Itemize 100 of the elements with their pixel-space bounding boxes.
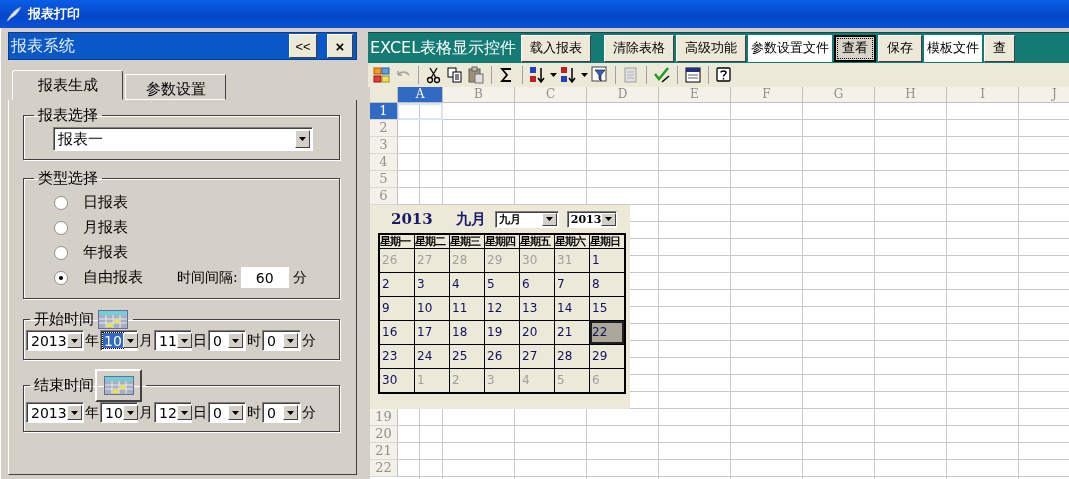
- copy-icon[interactable]: [446, 66, 464, 84]
- row-header[interactable]: 1: [370, 103, 398, 120]
- calendar-day[interactable]: 1: [590, 249, 624, 272]
- toolbar-button[interactable]: 高级功能: [676, 34, 747, 62]
- calendar-day[interactable]: 7: [555, 273, 589, 296]
- calendar-day[interactable]: 25: [450, 345, 484, 368]
- caret-icon[interactable]: [550, 73, 557, 77]
- weekday-header: 星期日: [590, 235, 624, 248]
- file-label: 参数设置文件: [748, 34, 833, 62]
- unit-label: 月: [139, 331, 153, 350]
- calendar-day[interactable]: 4: [450, 273, 484, 296]
- unit-label: 时: [247, 331, 261, 350]
- calendar-day[interactable]: 17: [415, 321, 449, 344]
- calendar-day[interactable]: 28: [555, 345, 589, 368]
- toolbar-button[interactable]: 查: [984, 34, 1016, 62]
- sort-descending-icon[interactable]: [560, 66, 578, 84]
- unit-label: 日: [193, 331, 207, 350]
- time-dropdown[interactable]: 0: [208, 402, 246, 423]
- column-header[interactable]: A: [398, 87, 443, 103]
- calendar-day[interactable]: 12: [485, 297, 519, 320]
- dropdown-arrow-icon: [126, 410, 134, 415]
- calendar-day[interactable]: 9: [380, 297, 414, 320]
- time-dropdown[interactable]: 0: [262, 330, 301, 351]
- collapse-button[interactable]: <<: [289, 34, 317, 58]
- control-title: EXCEL表格显示控件: [370, 37, 517, 59]
- calendar-day[interactable]: 26: [485, 345, 519, 368]
- calendar-day[interactable]: 19: [485, 321, 519, 344]
- dropdown-arrow-icon: [180, 410, 188, 415]
- time-dropdown[interactable]: 11: [154, 330, 192, 351]
- year-dropdown[interactable]: 2013: [566, 210, 617, 228]
- calendar-icon: [98, 309, 128, 329]
- calendar-day[interactable]: 14: [555, 297, 589, 320]
- calendar-icon: [103, 376, 134, 395]
- unit-label: 时: [247, 403, 261, 422]
- calendar-day[interactable]: 13: [520, 297, 554, 320]
- calendar-day[interactable]: 20: [520, 321, 554, 344]
- toolbar-button[interactable]: 保存: [878, 34, 923, 62]
- calendar-day[interactable]: 10: [415, 297, 449, 320]
- toolbar-button[interactable]: 查看: [834, 34, 877, 62]
- tab[interactable]: 参数设置: [125, 74, 226, 100]
- interval-field[interactable]: 60: [240, 267, 289, 288]
- interval-label: 时间间隔:: [177, 268, 238, 287]
- paste-icon[interactable]: [467, 66, 485, 84]
- toolbar-button[interactable]: 清除表格: [604, 34, 675, 62]
- weekday-header: 星期一: [380, 235, 414, 248]
- time-dropdown[interactable]: 0: [208, 330, 246, 351]
- calendar-day[interactable]: 6: [520, 273, 554, 296]
- unit-label: 年: [85, 331, 99, 350]
- dropdown-arrow-icon: [545, 217, 553, 221]
- radio-label: 月报表: [83, 218, 128, 237]
- time-dropdown[interactable]: 10: [100, 330, 138, 351]
- calendar-day[interactable]: 2: [380, 273, 414, 296]
- calendar-month: 九月: [455, 209, 486, 229]
- time-dropdown[interactable]: 0: [262, 402, 301, 423]
- sort-ascending-icon[interactable]: [529, 66, 547, 84]
- grid-icon[interactable]: [373, 66, 391, 84]
- caret-icon[interactable]: [581, 73, 588, 77]
- calendar-day[interactable]: 27: [520, 345, 554, 368]
- radio-button[interactable]: [54, 195, 68, 210]
- help-icon[interactable]: [715, 66, 733, 84]
- dropdown-arrow-icon: [180, 338, 188, 343]
- window-icon[interactable]: [684, 66, 702, 84]
- calendar-day[interactable]: 11: [450, 297, 484, 320]
- calendar-day[interactable]: 3: [415, 273, 449, 296]
- calendar-day[interactable]: 8: [590, 273, 624, 296]
- calendar-day[interactable]: 21: [555, 321, 589, 344]
- calendar-day[interactable]: 18: [450, 321, 484, 344]
- weekday-header: 星期四: [485, 235, 519, 248]
- calendar-day[interactable]: 30: [380, 369, 414, 392]
- calendar-day[interactable]: 29: [590, 345, 624, 368]
- time-dropdown[interactable]: 2013: [26, 402, 84, 423]
- checkmark-icon[interactable]: [653, 66, 671, 84]
- time-dropdown[interactable]: 2013: [26, 330, 84, 351]
- calendar-day[interactable]: 15: [590, 297, 624, 320]
- report-dropdown[interactable]: 报表一: [53, 127, 313, 151]
- tab[interactable]: 报表生成: [12, 70, 123, 100]
- dropdown-arrow-icon: [287, 410, 294, 415]
- radio-button[interactable]: [54, 245, 68, 260]
- calendar-day[interactable]: 5: [485, 273, 519, 296]
- dropdown-arrow-icon: [126, 338, 134, 343]
- calendar-day[interactable]: 24: [415, 345, 449, 368]
- time-dropdown[interactable]: 10: [100, 402, 138, 423]
- dropdown-arrow-icon: [299, 137, 306, 141]
- weekday-header: 星期五: [520, 235, 554, 248]
- group-label: 开始时间: [34, 309, 94, 329]
- month-dropdown[interactable]: 九月: [494, 210, 559, 228]
- toolbar-button[interactable]: 载入报表: [521, 34, 592, 62]
- scissors-icon[interactable]: [425, 66, 443, 84]
- active-cell[interactable]: [398, 103, 443, 120]
- dropdown-arrow-icon: [605, 217, 613, 221]
- calendar-day[interactable]: 23: [380, 345, 414, 368]
- calendar-day[interactable]: 16: [380, 321, 414, 344]
- calendar-day[interactable]: 22: [590, 321, 624, 344]
- radio-button[interactable]: [54, 220, 68, 235]
- close-button[interactable]: ×: [327, 34, 353, 58]
- time-dropdown[interactable]: 12: [154, 402, 192, 423]
- unit-label: 分: [292, 268, 307, 287]
- weekday-header: 星期六: [555, 235, 589, 248]
- filter-icon[interactable]: [591, 66, 609, 84]
- radio-button[interactable]: [54, 270, 68, 285]
